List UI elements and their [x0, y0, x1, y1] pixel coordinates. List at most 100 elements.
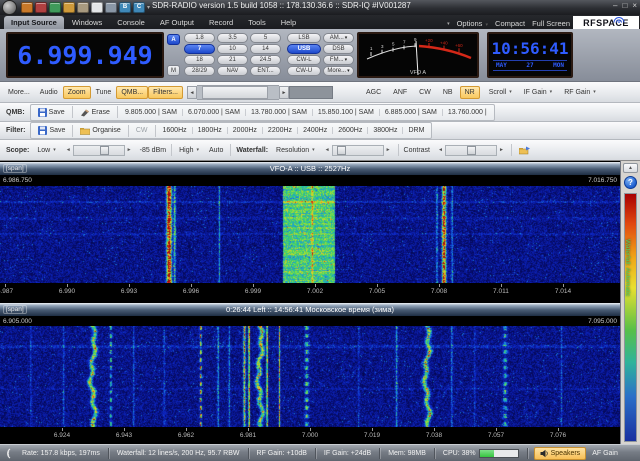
waterfall2-display[interactable] [0, 326, 620, 427]
filter-width-2200hz[interactable]: 2200Hz [263, 127, 298, 134]
rf-gain-dropdown[interactable]: RF Gain▾ [559, 86, 601, 99]
contrast-slider[interactable]: ◄ ► [436, 145, 506, 156]
spectrum-pan-scrollbar[interactable]: ◄ ► [187, 86, 333, 99]
slider-left-icon[interactable]: ◄ [436, 147, 445, 153]
resolution-slider[interactable]: ◄ ► [323, 145, 393, 156]
mode-button-lsb[interactable]: LSB [287, 33, 321, 43]
close-button[interactable]: × [632, 1, 637, 10]
band-button-3-5[interactable]: 3.5 [217, 33, 248, 43]
waterfall1-display[interactable] [0, 186, 620, 283]
span-button[interactable]: [span] [3, 305, 27, 314]
band-button-28-29[interactable]: 28/29 [184, 66, 215, 76]
nr-toggle[interactable]: NR [460, 86, 480, 99]
maximize-button[interactable]: □ [622, 1, 627, 10]
menu-tab-console[interactable]: Console [110, 16, 152, 29]
qmb-memory-button[interactable]: 15.850.100 | SAM [313, 109, 380, 116]
menu-tab-windows[interactable]: Windows [65, 16, 109, 29]
band-button-10[interactable]: 10 [217, 44, 248, 54]
band-button-ent[interactable]: ENT... [250, 66, 281, 76]
slider-right-icon[interactable]: ► [384, 147, 393, 153]
vfo-b-icon[interactable]: B [119, 2, 131, 13]
band-button-24-5[interactable]: 24.5 [250, 55, 281, 65]
memory-button[interactable]: M [167, 65, 180, 76]
mode-button-fm[interactable]: FM...▾ [323, 55, 354, 65]
filter-save-button[interactable]: Save [33, 123, 70, 138]
slider-thumb[interactable] [337, 146, 346, 155]
filter-width-2000hz[interactable]: 2000Hz [228, 127, 263, 134]
qmb-memory-button[interactable]: 13.780.000 | SAM [246, 109, 313, 116]
speakers-button[interactable]: Speakers [534, 447, 587, 460]
scrollbar-thumb[interactable] [202, 86, 268, 99]
filters-button[interactable]: Filters... [148, 86, 183, 99]
slider-right-icon[interactable]: ► [125, 147, 134, 153]
filter-organise-button[interactable]: Organise [75, 124, 125, 138]
waterfall-color-legend[interactable] [624, 193, 637, 442]
waterfall-options-button[interactable] [514, 143, 535, 158]
minimize-button[interactable]: – [613, 1, 617, 10]
qmb-memory-button[interactable]: 6.070.000 | SAM [183, 109, 246, 116]
frequency-display[interactable]: 6.999.949 [6, 32, 164, 78]
options-menu[interactable]: Options ▾ [457, 19, 488, 28]
slider-thumb[interactable] [100, 146, 109, 155]
app-icon[interactable] [2, 0, 17, 15]
memories-icon[interactable] [77, 2, 89, 13]
filter-width-1800hz[interactable]: 1800Hz [193, 127, 228, 134]
filter-cw-button[interactable]: CW [131, 124, 153, 137]
calendar-icon[interactable] [63, 2, 75, 13]
filter-width-2400hz[interactable]: 2400Hz [298, 127, 333, 134]
menu-tab-input-source[interactable]: Input Source [4, 16, 64, 29]
scroll-dropdown[interactable]: Scroll▾ [484, 86, 517, 99]
display-icon[interactable] [49, 2, 61, 13]
anf-toggle[interactable]: ANF [388, 86, 412, 99]
qmb-button[interactable]: QMB... [116, 86, 148, 99]
menu-tab-af-output[interactable]: AF Output [153, 16, 201, 29]
compact-button[interactable]: Compact [495, 19, 525, 28]
band-button-1-8[interactable]: 1.8 [184, 33, 215, 43]
ribbon-collapse-icon[interactable]: ▾ [447, 21, 450, 27]
slider-right-icon[interactable]: ► [497, 147, 506, 153]
agc-toggle[interactable]: AGC [361, 86, 386, 99]
band-button-7[interactable]: 7 [184, 44, 215, 54]
waterfall2-header[interactable]: [span] 0:26:44 Left :: 14:56:41 Московск… [0, 302, 620, 316]
qmb-memory-button[interactable]: 13.760.000 | [443, 109, 492, 116]
scope-auto-button[interactable]: Auto [204, 144, 228, 157]
qmb-memory-button[interactable]: 6.885.000 | SAM [380, 109, 443, 116]
filter-width-drm[interactable]: DRM [403, 127, 429, 134]
band-button-21[interactable]: 21 [217, 55, 248, 65]
qmb-erase-button[interactable]: Erase [75, 105, 115, 120]
tune-button[interactable]: Tune [91, 86, 117, 99]
mode-button-usb[interactable]: USB [287, 44, 321, 54]
mode-button-cw-u[interactable]: CW-U [287, 66, 321, 76]
vfo-a-button[interactable]: A [167, 34, 180, 45]
qmb-memory-button[interactable]: 9.805.000 | SAM [120, 109, 183, 116]
tuner-icon[interactable] [21, 2, 33, 13]
band-button-14[interactable]: 14 [250, 44, 281, 54]
file-icon[interactable] [91, 2, 103, 13]
home-icon[interactable] [105, 2, 117, 13]
menu-tab-record[interactable]: Record [202, 16, 240, 29]
scope-low-slider[interactable]: ◄ ► [64, 145, 134, 156]
audio-button[interactable]: Audio [35, 86, 63, 99]
slider-left-icon[interactable]: ◄ [323, 147, 332, 153]
tools-icon[interactable] [35, 2, 47, 13]
mode-button-dsb[interactable]: DSB [323, 44, 354, 54]
waterfall1-header[interactable]: [span] VFO-A :: USB :: 2527Hz [0, 161, 620, 175]
filter-width-3800hz[interactable]: 3800Hz [368, 127, 403, 134]
scope-low-dropdown[interactable]: Low▾ [32, 144, 60, 157]
filter-width-1600hz[interactable]: 1600Hz [158, 127, 193, 134]
waterfall-resolution-dropdown[interactable]: Resolution▾ [271, 144, 320, 157]
toolbar-customize-icon[interactable]: ▾ [147, 4, 150, 11]
mode-button-more[interactable]: More...▾ [323, 66, 354, 76]
span-button[interactable]: [span] [3, 164, 27, 173]
help-button[interactable]: ? [624, 176, 637, 189]
mode-button-am[interactable]: AM...▾ [323, 33, 354, 43]
slider-thumb[interactable] [467, 146, 476, 155]
fullscreen-button[interactable]: Full Screen [532, 19, 570, 28]
qmb-save-button[interactable]: Save [33, 105, 70, 120]
mode-button-cw-l[interactable]: CW-L [287, 55, 321, 65]
slider-left-icon[interactable]: ◄ [64, 147, 73, 153]
nb-toggle[interactable]: NB [438, 86, 458, 99]
collapse-panel-button[interactable]: ▲ [623, 163, 638, 173]
cw-toggle[interactable]: CW [414, 86, 436, 99]
more-button[interactable]: More... [3, 86, 35, 99]
